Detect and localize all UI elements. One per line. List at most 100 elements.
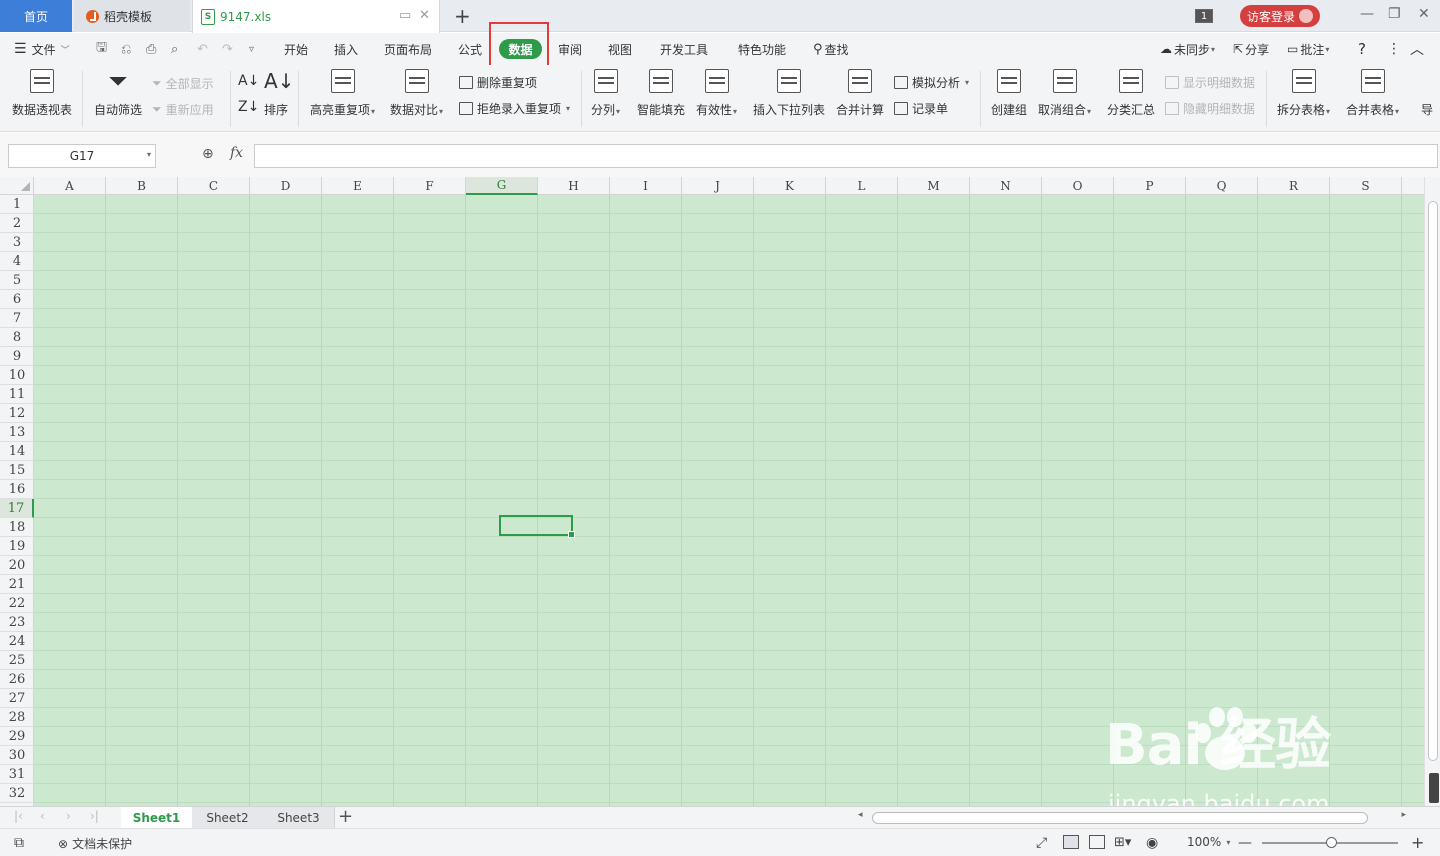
comment-button[interactable]: ▭ 批注 ▾ [1287, 33, 1329, 65]
zoom-out-icon[interactable]: — [1238, 835, 1252, 851]
pin-icon[interactable]: ▭ [399, 8, 411, 23]
menu-item-3[interactable]: 公式 [458, 33, 482, 65]
row-header[interactable]: 21 [0, 575, 34, 594]
row-header[interactable]: 28 [0, 708, 34, 727]
tab-file[interactable]: S 9147.xls ▭ ✕ [192, 0, 440, 33]
column-header[interactable]: K [754, 177, 826, 195]
ungroup-button[interactable]: 取消组合▾ [1038, 69, 1091, 118]
selected-cell[interactable] [499, 515, 575, 538]
macro-icon[interactable]: ⧉ [14, 835, 24, 851]
smart-fill-button[interactable]: 智能填充 [637, 69, 685, 118]
column-header[interactable]: F [394, 177, 466, 195]
format-painter-icon[interactable]: ⎌ [121, 33, 131, 65]
save-icon[interactable]: 🖫 [96, 33, 107, 65]
add-sheet-icon[interactable]: + [338, 806, 353, 827]
merge-table-button[interactable]: 合并表格▾ [1346, 69, 1399, 118]
column-header[interactable]: G [466, 177, 538, 195]
menu-item-6[interactable]: 视图 [608, 33, 632, 65]
page-layout-icon[interactable]: ⊞▾ [1114, 835, 1131, 850]
row-header[interactable]: 8 [0, 328, 34, 347]
row-header[interactable]: 20 [0, 556, 34, 575]
minimize-icon[interactable]: — [1360, 6, 1374, 22]
column-header[interactable]: M [898, 177, 970, 195]
help-icon[interactable]: ? [1358, 33, 1366, 65]
row-header[interactable]: 2 [0, 214, 34, 233]
prev-sheet-icon[interactable]: ‹ [40, 809, 45, 823]
sort-desc-icon[interactable]: Z↓ [238, 99, 259, 115]
tab-home[interactable]: 首页 [0, 0, 72, 32]
page-break-view-icon[interactable] [1089, 835, 1105, 849]
print-icon[interactable]: ⎙ [146, 33, 156, 65]
sort-button[interactable]: A↓ 排序 [264, 69, 294, 118]
pivot-table-button[interactable]: 数据透视表 [12, 69, 72, 118]
zoom-slider-knob[interactable] [1326, 837, 1337, 848]
whatif-button[interactable]: 模拟分析 ▾ [894, 74, 969, 91]
import-button[interactable]: 导 [1415, 69, 1439, 118]
reject-duplicates-button[interactable]: 拒绝录入重复项 ▾ [459, 100, 570, 117]
validity-button[interactable]: 有效性▾ [696, 69, 737, 118]
hide-detail-button[interactable]: 隐藏明细数据 [1165, 100, 1255, 117]
row-header[interactable]: 22 [0, 594, 34, 613]
column-header[interactable]: J [682, 177, 754, 195]
normal-view-icon[interactable] [1063, 835, 1079, 849]
menu-item-1[interactable]: 插入 [334, 33, 358, 65]
new-tab-icon[interactable]: + [454, 4, 471, 28]
row-header[interactable]: 31 [0, 765, 34, 784]
scroll-right-icon[interactable]: ▸ [1401, 810, 1406, 820]
login-button[interactable]: 访客登录 [1240, 5, 1320, 27]
row-header[interactable]: 29 [0, 727, 34, 746]
row-header[interactable]: 30 [0, 746, 34, 765]
row-header[interactable]: 14 [0, 442, 34, 461]
share-button[interactable]: ⇱ 分享 [1233, 33, 1269, 65]
row-header[interactable]: 9 [0, 347, 34, 366]
vertical-scrollbar[interactable] [1424, 177, 1440, 806]
row-header[interactable]: 10 [0, 366, 34, 385]
row-header[interactable]: 13 [0, 423, 34, 442]
file-menu[interactable]: ☰ 文件 ﹀ [14, 33, 70, 65]
horizontal-scroll-thumb[interactable] [872, 812, 1368, 824]
eye-protection-icon[interactable]: ◉ [1146, 835, 1158, 851]
row-header[interactable]: 4 [0, 252, 34, 271]
column-header[interactable]: A [34, 177, 106, 195]
row-header[interactable]: 32 [0, 784, 34, 803]
column-header[interactable]: R [1258, 177, 1330, 195]
row-header[interactable]: 11 [0, 385, 34, 404]
close-window-icon[interactable]: ✕ [1418, 6, 1430, 22]
protect-status[interactable]: ⊗ 文档未保护 [58, 835, 132, 852]
row-header[interactable]: 17 [0, 499, 34, 518]
tab-template[interactable]: 稻壳模板 [74, 0, 190, 32]
subtotal-button[interactable]: 分类汇总 [1107, 69, 1155, 118]
close-tab-icon[interactable]: ✕ [419, 8, 430, 23]
restore-icon[interactable]: ❐ [1388, 6, 1401, 22]
zoom-level[interactable]: 100% ▾ [1187, 835, 1230, 849]
customize-icon[interactable]: ▿ [249, 33, 254, 65]
column-header[interactable]: C [178, 177, 250, 195]
row-header[interactable]: 16 [0, 480, 34, 499]
menu-item-0[interactable]: 开始 [284, 33, 308, 65]
reapply-button[interactable]: ⏷ 重新应用 [152, 101, 214, 118]
redo-icon[interactable]: ↷ [222, 33, 233, 65]
sheet-tab-1[interactable]: Sheet1 [121, 807, 193, 829]
row-header[interactable]: 7 [0, 309, 34, 328]
show-all-button[interactable]: ⏷ 全部显示 [152, 75, 214, 92]
column-header[interactable]: O [1042, 177, 1114, 195]
sort-asc-icon[interactable]: A↓ [238, 73, 259, 89]
row-header[interactable]: 25 [0, 651, 34, 670]
menu-item-5[interactable]: 审阅 [558, 33, 582, 65]
scroll-left-icon[interactable]: ◂ [858, 810, 863, 820]
row-header[interactable]: 19 [0, 537, 34, 556]
record-form-button[interactable]: 记录单 [894, 100, 948, 117]
horizontal-scrollbar[interactable]: ◂ ▸ [858, 810, 1406, 825]
row-header[interactable]: 3 [0, 233, 34, 252]
split-table-button[interactable]: 拆分表格▾ [1277, 69, 1330, 118]
row-header[interactable]: 12 [0, 404, 34, 423]
name-box[interactable]: G17 ▾ [8, 144, 156, 168]
menu-item-7[interactable]: 开发工具 [660, 33, 708, 65]
insert-dropdown-button[interactable]: 插入下拉列表 [753, 69, 825, 118]
formula-input[interactable] [254, 144, 1438, 168]
row-header[interactable]: 18 [0, 518, 34, 537]
select-all-corner[interactable] [0, 177, 34, 195]
row-header[interactable]: 27 [0, 689, 34, 708]
row-header[interactable]: 1 [0, 195, 34, 214]
show-detail-button[interactable]: 显示明细数据 [1165, 74, 1255, 91]
